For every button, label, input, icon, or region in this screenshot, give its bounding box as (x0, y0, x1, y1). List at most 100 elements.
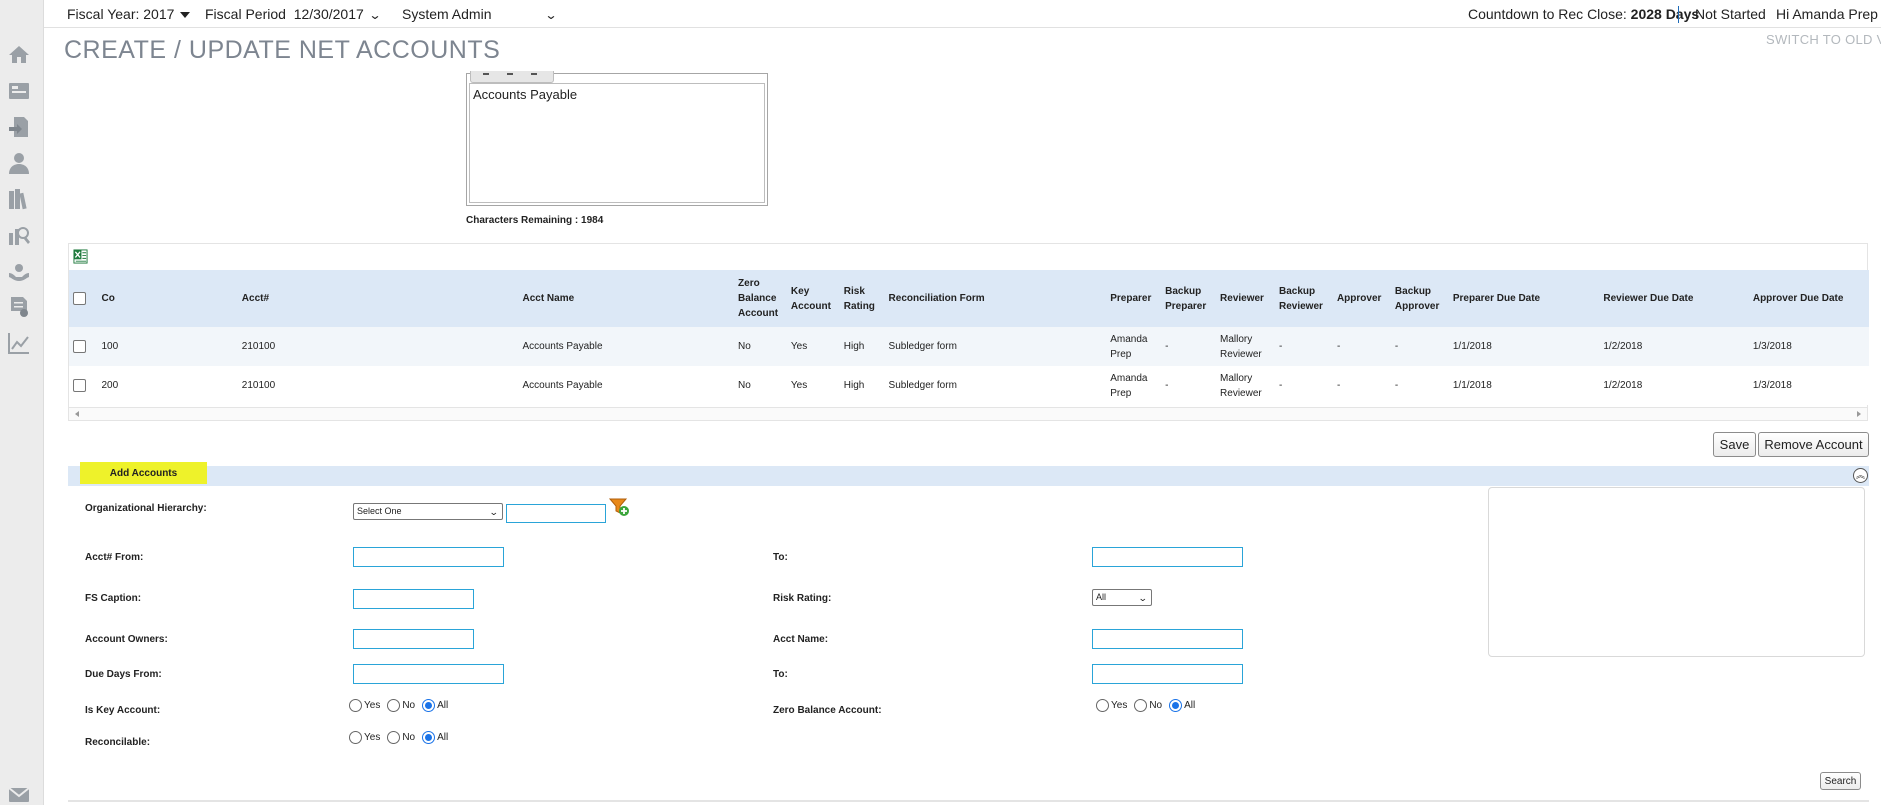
row-checkbox[interactable] (73, 378, 86, 392)
risk-rating-value: All (1096, 592, 1107, 602)
excel-export-icon[interactable] (73, 249, 88, 264)
column-header[interactable]: Acct Name (518, 270, 735, 327)
zero-balance-yes-radio[interactable] (1096, 699, 1109, 712)
cell-risk-rating: High (839, 366, 885, 405)
add-accounts-header[interactable]: Add Accounts (80, 462, 207, 484)
zero-balance-radios: Yes No All (1096, 699, 1202, 712)
risk-rating-label: Risk Rating: (773, 593, 832, 604)
column-header[interactable]: Co (97, 270, 238, 327)
due-days-to-input[interactable] (1092, 664, 1243, 684)
table-row[interactable]: 100 210100 Accounts Payable No Yes High … (69, 327, 1869, 366)
reconcilable-no-radio[interactable] (387, 731, 401, 744)
select-all-cell[interactable] (69, 270, 98, 327)
description-editor[interactable]: Accounts Payable (466, 71, 768, 206)
scroll-left-icon[interactable] (75, 411, 79, 417)
gear-hand-icon[interactable] (6, 258, 32, 284)
caret-down-icon (180, 12, 191, 19)
library-icon[interactable] (6, 186, 32, 212)
key-account-no-radio[interactable] (387, 699, 401, 712)
column-header[interactable]: Backup Preparer (1161, 270, 1217, 327)
account-owners-label: Account Owners: (85, 634, 168, 645)
chevron-down-icon: ⌄ (544, 8, 559, 22)
table-row[interactable]: 200 210100 Accounts Payable No Yes High … (69, 366, 1869, 405)
org-hierarchy-label: Organizational Hierarchy: (85, 503, 207, 514)
zero-balance-label: Zero Balance Account: (773, 705, 882, 716)
radio-label: All (1184, 700, 1196, 711)
radio-label: No (402, 700, 416, 711)
reconcilable-yes-radio[interactable] (349, 731, 362, 744)
collapse-icon[interactable]: ︽ (1853, 468, 1868, 483)
reconcilable-label: Reconcilable: (85, 737, 151, 748)
key-account-all-radio[interactable] (422, 699, 436, 712)
chevron-down-icon: ⌄ (1138, 593, 1149, 603)
zero-balance-all-radio[interactable] (1169, 699, 1183, 712)
user-icon[interactable] (6, 150, 32, 176)
fiscal-year-label: Fiscal Year: 2017 (67, 6, 175, 22)
greeting-text: Hi Amanda Prep (1776, 6, 1878, 22)
sidebar (0, 0, 44, 805)
horizontal-scrollbar[interactable] (69, 407, 1867, 420)
column-header[interactable]: Key Account (786, 270, 840, 327)
countdown-value: 2028 Days (1630, 6, 1700, 22)
column-header[interactable]: Zero Balance Account (734, 270, 787, 327)
fiscal-year-dropdown[interactable]: Fiscal Year: 2017 (67, 6, 191, 22)
chevron-down-icon: ⌄ (368, 8, 382, 22)
acct-to-input[interactable] (1092, 547, 1243, 567)
radio-label: No (402, 732, 416, 743)
search-button[interactable]: Search (1820, 772, 1861, 790)
dashboard-icon[interactable] (6, 78, 32, 104)
certificate-icon[interactable] (6, 294, 32, 320)
cell-key-account: Yes (786, 366, 840, 405)
column-header[interactable]: Reviewer (1216, 270, 1275, 327)
column-header[interactable]: Backup Approver (1390, 270, 1449, 327)
column-header[interactable]: Reconciliation Form (884, 270, 1107, 327)
mail-icon[interactable] (6, 782, 32, 808)
row-checkbox[interactable] (73, 339, 86, 353)
column-header[interactable]: Approver Due Date (1748, 270, 1869, 327)
acct-from-input[interactable] (353, 547, 504, 567)
column-header[interactable]: Approver (1332, 270, 1391, 327)
role-dropdown[interactable]: System Admin ⌄ (402, 6, 559, 22)
due-days-from-input[interactable] (353, 664, 504, 684)
switch-to-old-view-link[interactable]: SWITCH TO OLD VI (1766, 32, 1881, 47)
column-header[interactable]: Preparer Due Date (1448, 270, 1600, 327)
import-icon[interactable] (6, 114, 32, 140)
scroll-right-icon[interactable] (1857, 411, 1861, 417)
editor-toolbar[interactable] (470, 71, 554, 83)
column-header[interactable]: Acct# (237, 270, 519, 327)
risk-rating-select[interactable]: All ⌄ (1092, 589, 1152, 606)
column-header[interactable]: Reviewer Due Date (1599, 270, 1749, 327)
org-hierarchy-input[interactable] (506, 504, 606, 523)
editor-text[interactable]: Accounts Payable (469, 83, 765, 203)
home-icon[interactable] (6, 42, 32, 68)
acct-name-input[interactable] (1092, 629, 1243, 649)
top-bar: Fiscal Year: 2017 Fiscal Period 12/30/20… (44, 0, 1881, 28)
column-header[interactable]: Preparer (1106, 270, 1162, 327)
org-hierarchy-select[interactable]: Select One ⌄ (353, 503, 503, 520)
radio-label: No (1149, 700, 1163, 711)
column-header[interactable]: Risk Rating (839, 270, 885, 327)
save-button[interactable]: Save (1713, 432, 1756, 457)
remove-account-button[interactable]: Remove Account (1758, 432, 1869, 457)
cell-rec-form: Subledger form (884, 327, 1107, 366)
fs-caption-input[interactable] (353, 589, 474, 609)
user-menu[interactable]: Hi Amanda Prep (1776, 6, 1881, 22)
zero-balance-no-radio[interactable] (1134, 699, 1148, 712)
is-key-account-radios: Yes No All (349, 699, 455, 712)
key-account-yes-radio[interactable] (349, 699, 362, 712)
reconcilable-all-radio[interactable] (422, 731, 436, 744)
page-title: CREATE / UPDATE NET ACCOUNTS (64, 36, 501, 64)
acct-to-label: To: (773, 552, 788, 563)
table-header-row: Co Acct# Acct Name Zero Balance Account … (69, 270, 1869, 327)
search-report-icon[interactable] (6, 222, 32, 248)
cell-zero-balance: No (734, 366, 787, 405)
filter-add-icon[interactable] (608, 496, 630, 518)
due-days-from-label: Due Days From: (85, 669, 162, 680)
column-header[interactable]: Backup Reviewer (1275, 270, 1333, 327)
select-all-checkbox[interactable] (73, 291, 86, 305)
acct-name-label: Acct Name: (773, 634, 829, 645)
role-label: System Admin (402, 6, 492, 22)
chart-icon[interactable] (6, 330, 32, 356)
account-owners-input[interactable] (353, 629, 474, 649)
fiscal-period-dropdown[interactable]: Fiscal Period 12/30/2017 ⌄ (205, 6, 382, 22)
